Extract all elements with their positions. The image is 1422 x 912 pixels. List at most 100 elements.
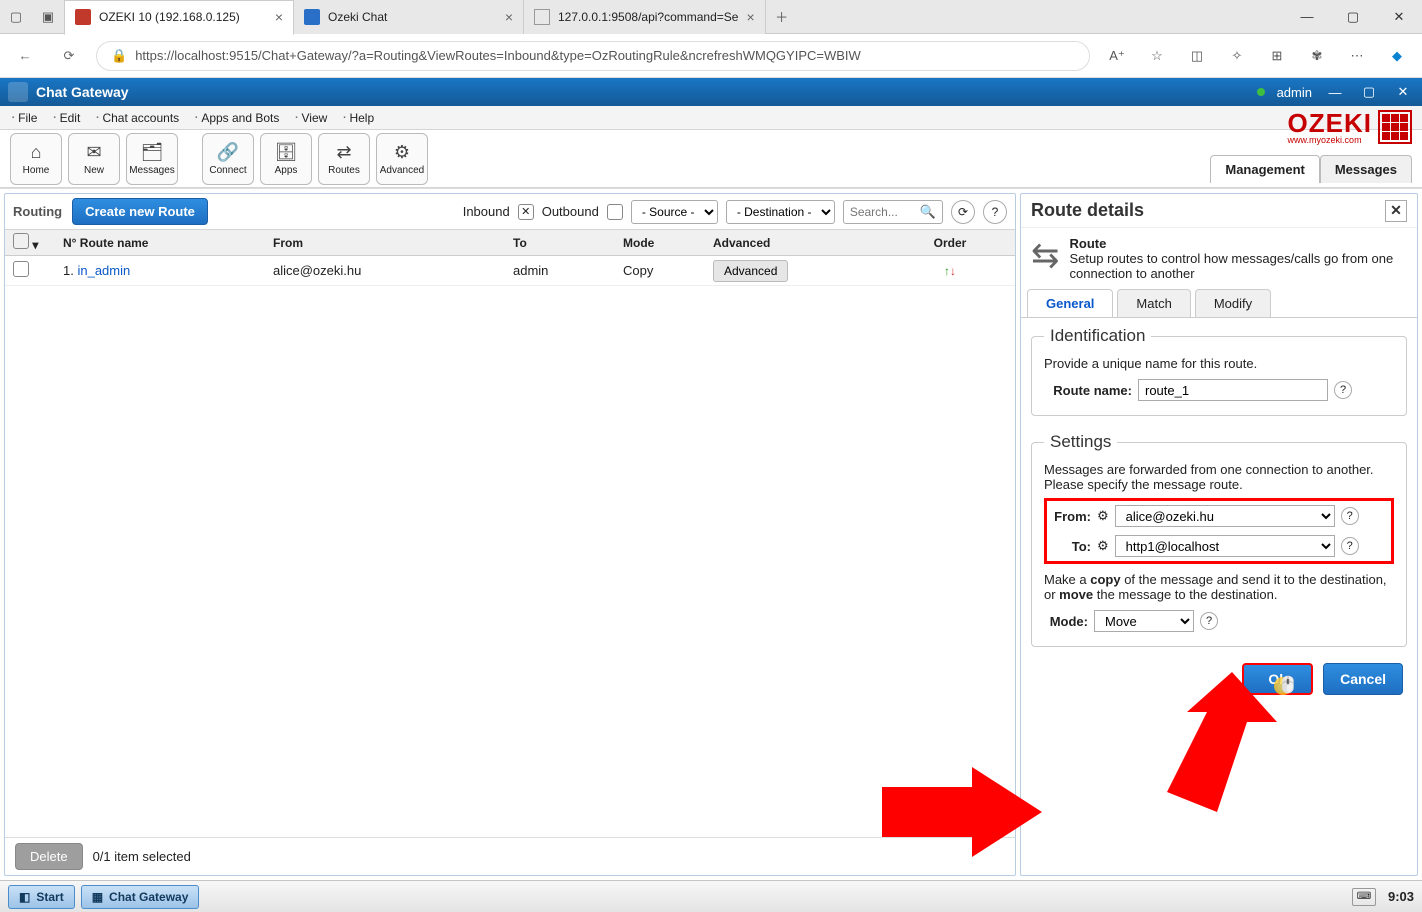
help-icon[interactable]: ? (1334, 381, 1352, 399)
toolbar-advanced[interactable]: ⚙Advanced (376, 133, 428, 185)
close-icon[interactable]: × (505, 9, 513, 25)
favorite-icon[interactable]: ☆ (1140, 39, 1174, 73)
cancel-button[interactable]: Cancel (1323, 663, 1403, 695)
menu-view[interactable]: View (289, 109, 333, 127)
settings-hint: Messages are forwarded from one connecti… (1044, 462, 1394, 492)
browser-tab-1[interactable]: OZEKI 10 (192.168.0.125) × (64, 0, 294, 35)
toolbar-connect[interactable]: 🔗Connect (202, 133, 254, 185)
identification-fieldset: Identification Provide a unique name for… (1031, 326, 1407, 416)
favorites-bar-icon[interactable]: ✧ (1220, 39, 1254, 73)
gear-icon: ⚙ (1097, 538, 1109, 554)
inbound-checkbox[interactable]: ✕ (518, 204, 534, 220)
identification-legend: Identification (1044, 326, 1151, 346)
view-tab-management[interactable]: Management (1210, 155, 1319, 183)
search-input[interactable] (844, 205, 914, 219)
refresh-list-button[interactable]: ⟳ (951, 200, 975, 224)
menu-apps-bots[interactable]: Apps and Bots (189, 109, 285, 127)
window-maximize-button[interactable]: ▢ (1330, 0, 1376, 34)
logo-text: OZEKI (1288, 108, 1372, 138)
route-description: Setup routes to control how messages/cal… (1070, 251, 1408, 281)
toolbar-messages[interactable]: 🗂Messages (126, 133, 178, 185)
toolbar: ⌂Home ✉New 🗂Messages 🔗Connect 🗄Apps ⇄Rou… (0, 130, 1422, 188)
window-close-button[interactable]: ✕ (1376, 0, 1422, 34)
read-aloud-icon[interactable]: A⁺ (1100, 39, 1134, 73)
connect-icon: 🔗 (217, 142, 239, 163)
app-minimize-button[interactable]: — (1324, 82, 1346, 102)
split-screen-icon[interactable]: ◫ (1180, 39, 1214, 73)
url-input[interactable]: 🔒 https://localhost:9515/Chat+Gateway/?a… (96, 41, 1090, 71)
help-icon[interactable]: ? (1341, 537, 1359, 555)
clock: 9:03 (1388, 889, 1414, 904)
start-icon: ◧ (19, 890, 30, 904)
close-icon[interactable]: × (275, 9, 283, 25)
gear-icon: ⚙ (1097, 508, 1109, 524)
keyboard-icon[interactable]: ⌨ (1352, 888, 1376, 906)
route-name-label: Route name: (1044, 383, 1132, 398)
close-icon[interactable]: × (746, 9, 754, 25)
new-tab-button[interactable]: ＋ (766, 0, 798, 34)
toolbar-new[interactable]: ✉New (68, 133, 120, 185)
menu-help[interactable]: Help (337, 109, 380, 127)
menu-icon[interactable]: ⋯ (1340, 39, 1374, 73)
annotation-arrow-icon (1167, 672, 1277, 812)
create-route-button[interactable]: Create new Route (72, 198, 208, 225)
tab-general[interactable]: General (1027, 289, 1113, 317)
chevron-down-icon[interactable]: ▾ (32, 238, 38, 252)
copilot-icon[interactable]: ◆ (1380, 39, 1414, 73)
user-label[interactable]: admin (1277, 85, 1312, 100)
app-maximize-button[interactable]: ▢ (1358, 82, 1380, 102)
tab-list-button[interactable]: ▢ (0, 0, 32, 34)
route-name-input[interactable] (1138, 379, 1328, 401)
lock-icon: 🔒 (111, 48, 127, 64)
browser-tab-2[interactable]: Ozeki Chat × (294, 0, 524, 34)
select-all-checkbox[interactable] (13, 233, 29, 249)
row-to: admin (505, 263, 615, 278)
back-button[interactable]: ← (8, 39, 42, 73)
extensions-icon[interactable]: ✾ (1300, 39, 1334, 73)
refresh-button[interactable]: ⟳ (52, 39, 86, 73)
source-select[interactable]: - Source - (631, 200, 718, 224)
app-title: Chat Gateway (36, 84, 129, 100)
filter-outbound-label: Outbound (542, 204, 599, 219)
help-icon[interactable]: ? (1341, 507, 1359, 525)
start-button[interactable]: ◧Start (8, 885, 75, 909)
help-icon[interactable]: ? (1200, 612, 1218, 630)
row-checkbox[interactable] (13, 261, 29, 277)
taskbar-app-button[interactable]: ▦Chat Gateway (81, 885, 200, 909)
app-close-button[interactable]: ✕ (1392, 82, 1414, 102)
view-tab-messages[interactable]: Messages (1320, 155, 1412, 183)
toolbar-apps[interactable]: 🗄Apps (260, 133, 312, 185)
taskbar: ◧Start ▦Chat Gateway ⌨ 9:03 (0, 880, 1422, 912)
toolbar-routes[interactable]: ⇄Routes (318, 133, 370, 185)
col-advanced: Advanced (705, 236, 915, 250)
col-route-name: N° Route name (55, 236, 265, 250)
help-button[interactable]: ? (983, 200, 1007, 224)
delete-button[interactable]: Delete (15, 843, 83, 870)
copy-move-text: Make a copy of the message and send it t… (1044, 572, 1394, 602)
menu-edit[interactable]: Edit (47, 109, 86, 127)
mode-select[interactable]: Move (1094, 610, 1194, 632)
toolbar-home[interactable]: ⌂Home (10, 133, 62, 185)
row-advanced-button[interactable]: Advanced (713, 260, 788, 282)
tab-match[interactable]: Match (1117, 289, 1190, 317)
tab-modify[interactable]: Modify (1195, 289, 1271, 317)
destination-select[interactable]: - Destination - (726, 200, 835, 224)
collections-icon[interactable]: ⊞ (1260, 39, 1294, 73)
row-index: 1. (63, 263, 74, 278)
routes-icon: ⇄ (336, 142, 351, 163)
tab-actions-button[interactable]: ▣ (32, 0, 64, 34)
table-row[interactable]: 1. in_admin alice@ozeki.hu admin Copy Ad… (5, 256, 1015, 286)
menu-file[interactable]: File (6, 109, 43, 127)
menu-chat-accounts[interactable]: Chat accounts (90, 109, 185, 127)
row-order-controls[interactable]: ↑↓ (915, 264, 985, 278)
to-select[interactable]: http1@localhost (1115, 535, 1335, 557)
close-details-button[interactable]: ✕ (1385, 200, 1407, 222)
browser-tab-3[interactable]: 127.0.0.1:9508/api?command=Se × (524, 0, 766, 34)
search-icon[interactable]: 🔍 (914, 204, 942, 220)
url-text: https://localhost:9515/Chat+Gateway/?a=R… (135, 48, 861, 63)
outbound-checkbox[interactable] (607, 204, 623, 220)
route-name-link[interactable]: in_admin (77, 263, 130, 278)
window-minimize-button[interactable]: — (1284, 0, 1330, 34)
from-select[interactable]: alice@ozeki.hu (1115, 505, 1335, 527)
routing-heading: Routing (13, 204, 62, 219)
